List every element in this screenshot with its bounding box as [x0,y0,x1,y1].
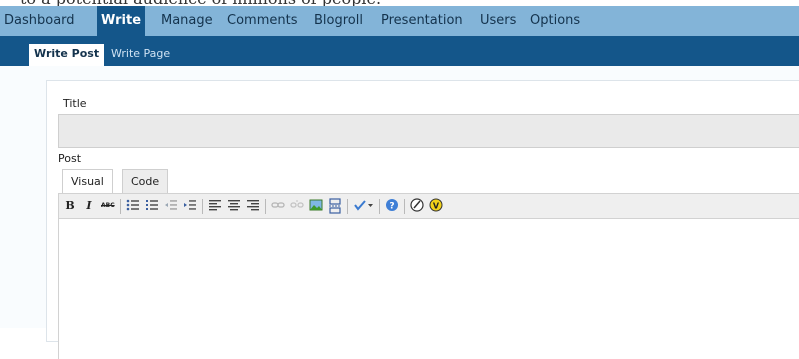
align-center-icon[interactable] [227,198,241,214]
link-icon[interactable] [271,198,285,214]
v-icon[interactable]: V [429,198,443,214]
unlink-icon[interactable] [290,198,304,214]
bulleted-list-icon[interactable] [126,198,140,214]
menu-item-users[interactable]: Users [480,6,516,36]
bold-icon[interactable]: B [64,198,76,214]
title-label: Title [63,97,87,110]
tab-visual[interactable]: Visual [62,169,113,193]
toolbar-divider [379,199,380,214]
post-form: Title Post Visual Code B I ABC ? V [46,80,799,359]
post-editor[interactable] [58,219,799,359]
title-input[interactable] [58,114,799,148]
main-menu: Dashboard Write Manage Comments Blogroll… [0,6,799,36]
italic-icon[interactable]: I [83,198,95,214]
menu-item-comments[interactable]: Comments [227,6,297,36]
toolbar-divider [265,199,266,214]
toolbar-divider [404,199,405,214]
submenu-item-write-post[interactable]: Write Post [29,44,105,66]
menu-item-presentation[interactable]: Presentation [381,6,463,36]
more-tag-icon[interactable] [328,198,342,214]
toolbar-divider [347,199,348,214]
wordpress-icon[interactable] [410,198,424,214]
svg-text:V: V [433,201,440,210]
insert-image-icon[interactable] [309,198,323,214]
menu-item-write[interactable]: Write [97,6,146,36]
menu-item-options[interactable]: Options [530,6,580,36]
menu-item-blogroll[interactable]: Blogroll [314,6,363,36]
outdent-icon[interactable] [164,198,178,214]
menu-item-dashboard[interactable]: Dashboard [4,6,75,36]
editor-toolbar: B I ABC ? V [58,193,799,219]
strikethrough-icon[interactable]: ABC [101,198,115,214]
tab-code[interactable]: Code [122,169,169,193]
menu-item-manage[interactable]: Manage [161,6,213,36]
submenu: Write Post Write Page [0,36,799,66]
content-area: Title Post Visual Code B I ABC ? V [0,66,799,359]
align-right-icon[interactable] [246,198,260,214]
toolbar-divider [120,199,121,214]
align-left-icon[interactable] [208,198,222,214]
spellcheck-icon[interactable] [353,198,373,214]
svg-text:?: ? [389,202,394,212]
toolbar-divider [202,199,203,214]
submenu-item-write-page[interactable]: Write Page [111,44,170,63]
numbered-list-icon[interactable] [145,198,159,214]
indent-icon[interactable] [183,198,197,214]
post-label: Post [58,152,82,165]
help-icon[interactable]: ? [385,198,399,214]
